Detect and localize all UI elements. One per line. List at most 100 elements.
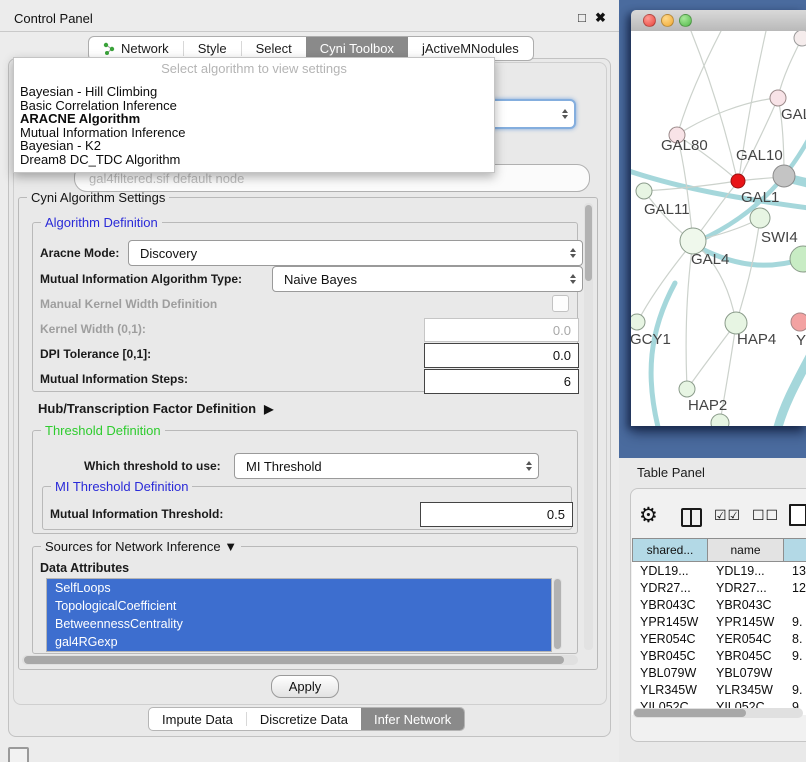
table-cell[interactable]: 8. xyxy=(784,630,806,647)
hub-definition-toggle[interactable]: Hub/Transcription Factor Definition▶ xyxy=(38,401,273,416)
table-hscrollbar[interactable] xyxy=(633,708,803,718)
network-node[interactable] xyxy=(711,414,729,426)
data-attributes-list[interactable]: SelfLoopsTopologicalCoefficientBetweenne… xyxy=(46,578,552,652)
manual-kernel-width-checkbox[interactable] xyxy=(552,295,569,312)
settings-vscrollbar[interactable] xyxy=(584,203,593,650)
zoom-traffic-light[interactable] xyxy=(679,14,692,27)
table-row[interactable]: YBL079WYBL079W xyxy=(632,664,806,681)
table-column-header[interactable]: name xyxy=(708,538,784,562)
collapse-down-icon: ▼ xyxy=(224,539,237,554)
table-cell[interactable]: YPR145W xyxy=(632,613,708,630)
network-canvas[interactable]: GALGAL80GAL10GAL11GAL1SWI4GAL4GCY1HAP4YH… xyxy=(631,31,806,426)
table-cell[interactable]: YDL19... xyxy=(708,562,784,579)
table-row[interactable]: YER054CYER054C8. xyxy=(632,630,806,647)
network-node[interactable] xyxy=(631,314,645,330)
algorithm-select-combo[interactable] xyxy=(484,99,576,129)
table-cell[interactable]: YDR27... xyxy=(632,579,708,596)
table-cell[interactable]: YLR345W xyxy=(632,681,708,698)
mi-steps-field[interactable]: 6 xyxy=(424,369,579,394)
kernel-width-field[interactable]: 0.0 xyxy=(424,318,579,342)
deselect-all-checks-icon[interactable]: ☐☐ xyxy=(752,507,779,524)
apply-button[interactable]: Apply xyxy=(271,675,339,698)
data-attribute-item[interactable]: SelfLoops xyxy=(47,579,551,597)
algorithm-dropdown-item[interactable]: Basic Correlation Inference xyxy=(20,99,492,113)
select-all-checks-icon[interactable]: ☑☑ xyxy=(714,507,741,524)
document-icon[interactable] xyxy=(789,504,806,526)
columns-icon[interactable] xyxy=(681,508,702,527)
table-cell[interactable]: YBL079W xyxy=(632,664,708,681)
table-cell[interactable]: 9. xyxy=(784,647,806,664)
titlebar-divider xyxy=(0,31,620,32)
minimize-traffic-light[interactable] xyxy=(661,14,674,27)
algorithm-dropdown-item[interactable]: ARACNE Algorithm xyxy=(20,112,492,126)
network-edge xyxy=(651,283,675,426)
attributes-list-vscrollbar[interactable] xyxy=(553,578,562,650)
table-cell[interactable]: YDL19... xyxy=(632,562,708,579)
network-node[interactable] xyxy=(794,31,806,46)
node-label: GAL1 xyxy=(741,189,779,206)
table-cell[interactable]: YLR345W xyxy=(708,681,784,698)
table-cell[interactable]: YBR043C xyxy=(632,596,708,613)
gear-icon[interactable]: ⚙ xyxy=(639,503,658,528)
tab-infer-network[interactable]: Infer Network xyxy=(361,708,464,730)
mi-threshold-field[interactable]: 0.5 xyxy=(420,502,573,527)
table-cell[interactable]: 9. xyxy=(784,681,806,698)
node-label: GAL xyxy=(781,106,806,123)
network-window-titlebar[interactable] xyxy=(631,10,806,32)
dpi-tolerance-field[interactable]: 0.0 xyxy=(424,343,579,368)
table-cell[interactable]: YPR145W xyxy=(708,613,784,630)
table-cell[interactable]: YBR045C xyxy=(632,647,708,664)
table-row[interactable]: YPR145WYPR145W9. xyxy=(632,613,806,630)
network-node[interactable] xyxy=(770,90,786,106)
algorithm-dropdown-item[interactable]: Bayesian - Hill Climbing xyxy=(20,85,492,99)
network-node[interactable] xyxy=(790,246,806,272)
data-attribute-item[interactable]: BetweennessCentrality xyxy=(47,615,551,633)
minimized-panel-grip[interactable] xyxy=(8,747,29,762)
table-row[interactable]: YBR043CYBR043C xyxy=(632,596,806,613)
network-node[interactable] xyxy=(791,313,806,331)
table-cell[interactable]: 9. xyxy=(784,613,806,630)
close-icon[interactable]: ✖ xyxy=(595,10,606,26)
sources-group-title[interactable]: Sources for Network Inference ▼ xyxy=(41,539,241,554)
network-canvas-svg[interactable]: GALGAL80GAL10GAL11GAL1SWI4GAL4GCY1HAP4YH… xyxy=(631,31,806,426)
table-cell[interactable] xyxy=(784,596,806,613)
node-label: GCY1 xyxy=(631,331,671,348)
which-threshold-combo[interactable]: MI Threshold xyxy=(234,453,539,479)
table-cell[interactable]: 12 xyxy=(784,579,806,596)
table-cell[interactable]: YBR045C xyxy=(708,647,784,664)
data-attribute-item[interactable]: gal4RGexp xyxy=(47,633,551,651)
close-traffic-light[interactable] xyxy=(643,14,656,27)
table-cell[interactable]: YBL079W xyxy=(708,664,784,681)
table-row[interactable]: YLR345WYLR345W9. xyxy=(632,681,806,698)
stepper-arrows-icon xyxy=(570,274,576,284)
network-node[interactable] xyxy=(731,174,745,188)
table-cell[interactable] xyxy=(784,664,806,681)
network-node[interactable] xyxy=(679,381,695,397)
table-column-header[interactable] xyxy=(784,538,806,562)
network-node[interactable] xyxy=(773,165,795,187)
data-attribute-item[interactable]: TopologicalCoefficient xyxy=(47,597,551,615)
table-row[interactable]: YDL19...YDL19...13 xyxy=(632,562,806,579)
algorithm-dropdown-item[interactable]: Mutual Information Inference xyxy=(20,126,492,140)
table-cell[interactable]: YER054C xyxy=(632,630,708,647)
tab-discretize-data[interactable]: Discretize Data xyxy=(247,708,361,730)
network-node[interactable] xyxy=(636,183,652,199)
table-cell[interactable]: 13 xyxy=(784,562,806,579)
float-window-icon[interactable]: □ xyxy=(578,10,586,25)
algorithm-dropdown-item[interactable]: Dream8 DC_TDC Algorithm xyxy=(20,153,492,167)
table-row[interactable]: YBR045CYBR045C9. xyxy=(632,647,806,664)
table-cell[interactable]: YBR043C xyxy=(708,596,784,613)
table-row[interactable]: YDR27...YDR27...12 xyxy=(632,579,806,596)
tab-cyni-toolbox-label: Cyni Toolbox xyxy=(320,41,394,56)
table-column-header[interactable]: shared... xyxy=(632,538,708,562)
algorithm-dropdown-item[interactable]: Bayesian - K2 xyxy=(20,139,492,153)
table-cell[interactable]: YER054C xyxy=(708,630,784,647)
table-cell[interactable]: YDR27... xyxy=(708,579,784,596)
settings-hscrollbar[interactable] xyxy=(22,655,578,665)
mi-threshold-value: 0.5 xyxy=(547,507,565,522)
network-node[interactable] xyxy=(750,208,770,228)
tab-impute-data[interactable]: Impute Data xyxy=(149,708,246,730)
mi-algorithm-type-combo[interactable]: Naive Bayes xyxy=(272,266,583,292)
algorithm-dropdown-placeholder: Select algorithm to view settings xyxy=(14,61,494,76)
aracne-mode-combo[interactable]: Discovery xyxy=(128,240,583,266)
